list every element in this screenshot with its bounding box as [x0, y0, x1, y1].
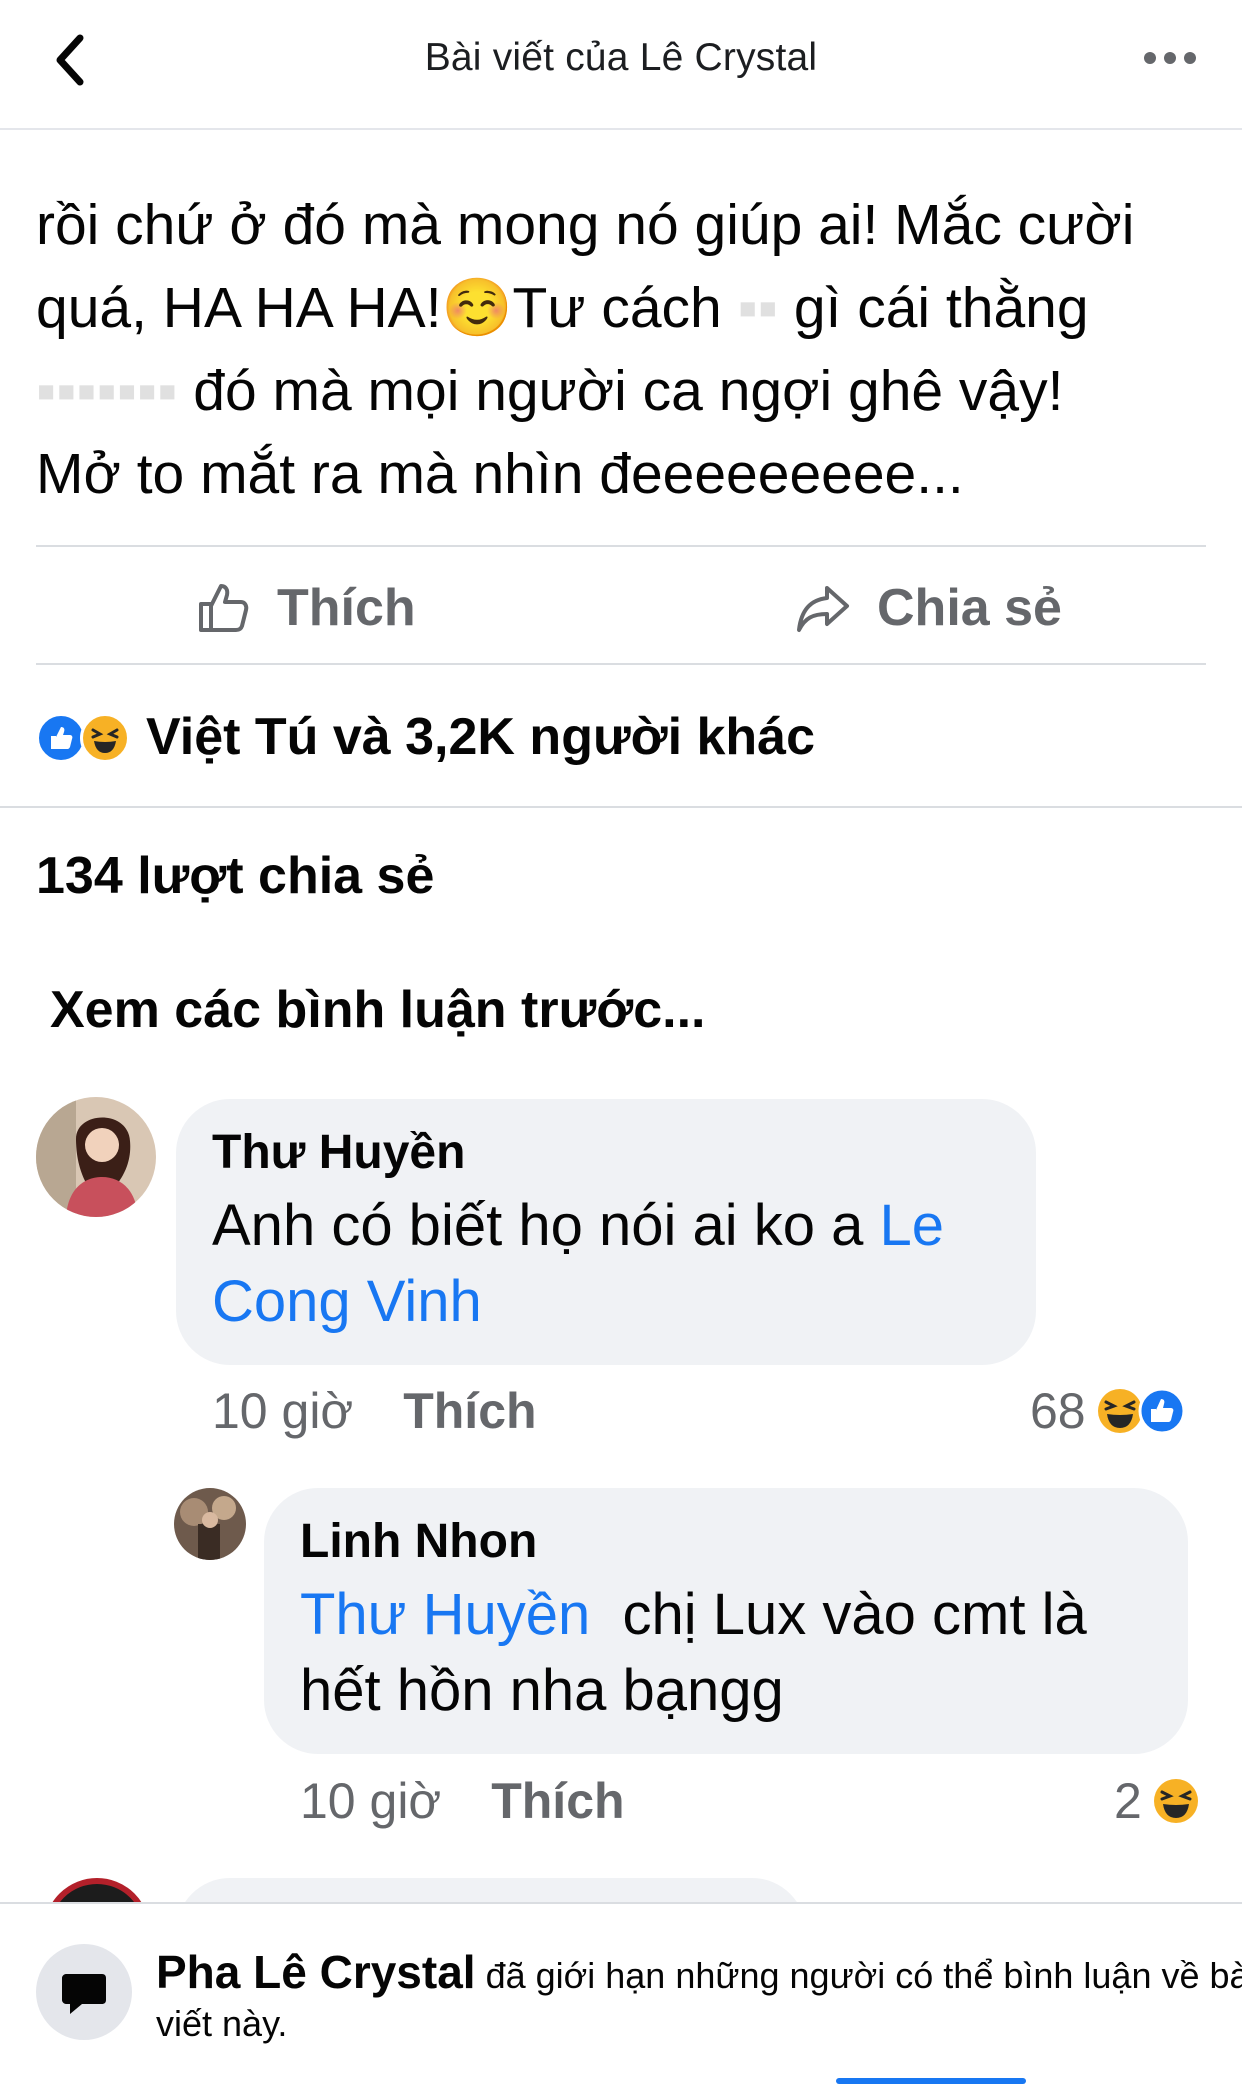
mention-link[interactable]: Thư Huyền [300, 1582, 590, 1647]
comment-reactions[interactable]: 68 [1030, 1382, 1186, 1440]
share-button[interactable]: Chia sẻ [795, 570, 1062, 645]
share-button-label: Chia sẻ [877, 578, 1062, 637]
divider [0, 806, 1242, 808]
comment-time: 10 giờ [300, 1773, 442, 1829]
post-line: quá, HA HA HA!☺️Tư cách ▪▪ gì cái thằng [36, 276, 1089, 340]
comment-reactions[interactable]: 2 [1114, 1772, 1200, 1830]
share-arrow-icon [797, 585, 849, 632]
shares-count[interactable]: 134 lượt chia sẻ [36, 846, 434, 906]
comment-meta: 10 giờ Thích [300, 1772, 625, 1830]
notice-message: Pha Lê Crystal đã giới hạn những người c… [156, 1946, 1242, 2044]
like-reaction-icon [36, 713, 86, 763]
comment-author[interactable]: Linh Nhon [300, 1514, 1152, 1569]
post-body: rồi chứ ở đó mà mong nó giúp ai! Mắc cườ… [36, 184, 1216, 516]
avatar[interactable] [174, 1488, 246, 1560]
more-options-icon[interactable] [1142, 50, 1198, 66]
avatar[interactable] [44, 1878, 150, 1904]
reaction-count: 68 [1030, 1383, 1086, 1439]
speech-bubble-icon [62, 1974, 106, 2014]
page-title: Bài viết của Lê Crystal [424, 36, 818, 79]
reactions-summary[interactable]: Việt Tú và 3,2K người khác [36, 706, 815, 768]
thumbs-up-icon [199, 583, 249, 632]
next-comment-partial [0, 1870, 1242, 1904]
mention-link[interactable]: Le [879, 1193, 944, 1258]
page-name[interactable]: Pha Lê Crystal [156, 1946, 476, 1998]
comment-author[interactable]: Thư Huyền [212, 1125, 1000, 1180]
post-line: Mở to mắt ra mà nhìn đeeeeeeeee... [36, 442, 964, 506]
comment-text: Anh có biết họ nói ai ko a Le Cong Vinh [212, 1193, 944, 1334]
post-line: rồi chứ ở đó mà mong nó giúp ai! Mắc cườ… [36, 193, 1135, 257]
like-button[interactable]: Thích [195, 570, 416, 645]
comment-bubble[interactable]: Thư Huyền Anh có biết họ nói ai ko a Le … [176, 1099, 1036, 1365]
comment-meta: 10 giờ Thích [212, 1382, 537, 1440]
comment-text: Thư Huyền chị Lux vào cmt là hết hồn nha… [300, 1582, 1087, 1723]
like-button-label: Thích [277, 578, 416, 637]
like-reaction-icon [1138, 1387, 1186, 1435]
comment-bubble[interactable] [176, 1878, 806, 1904]
divider [36, 663, 1206, 665]
divider [36, 545, 1206, 547]
haha-reaction-icon [1153, 1779, 1198, 1823]
view-previous-comments-link[interactable]: Xem các bình luận trước... [50, 980, 705, 1040]
comment-icon-container [36, 1944, 132, 2040]
mention-link[interactable]: Cong Vinh [212, 1269, 482, 1334]
comment-restriction-notice: Pha Lê Crystal đã giới hạn những người c… [0, 1902, 1242, 2093]
comment-like-button[interactable]: Thích [403, 1382, 536, 1440]
top-bar: Bài viết của Lê Crystal [0, 0, 1242, 130]
reactions-summary-label: Việt Tú và 3,2K người khác [146, 708, 815, 766]
comment-like-button[interactable]: Thích [491, 1772, 624, 1830]
reaction-count: 2 [1114, 1773, 1142, 1829]
post-line: ▪▪▪▪▪▪▪ đó mà mọi người ca ngợi ghê vậy! [36, 359, 1064, 423]
haha-reaction-icon [80, 713, 130, 763]
tab-indicator [836, 2078, 1026, 2084]
reply-bubble[interactable]: Linh Nhon Thư Huyền chị Lux vào cmt là h… [264, 1488, 1188, 1754]
comment-time: 10 giờ [212, 1383, 354, 1439]
smile-emoji-icon: ☺️ [441, 276, 513, 340]
haha-reaction-icon [1097, 1389, 1142, 1433]
avatar[interactable] [36, 1097, 156, 1217]
